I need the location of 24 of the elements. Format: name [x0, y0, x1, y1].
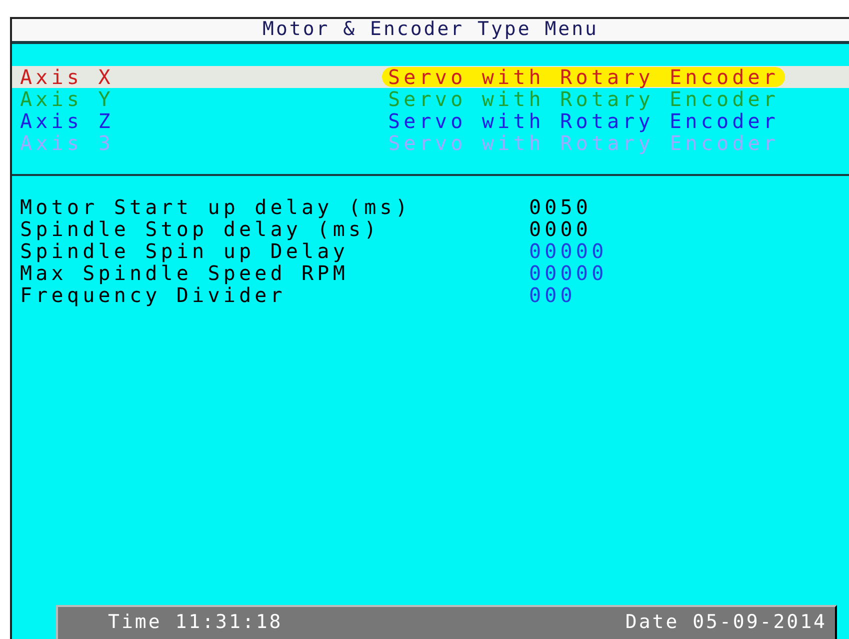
parameter-label: Spindle Spin up Delay: [20, 239, 350, 263]
axis-row[interactable]: Axis Z Servo with Rotary Encoder: [12, 110, 849, 132]
axis-row[interactable]: Axis X Servo with Rotary Encoder: [12, 66, 849, 88]
parameter-label: Spindle Stop delay (ms): [20, 217, 381, 241]
axis-name: Axis X: [20, 65, 115, 89]
axis-name: Axis Z: [20, 109, 115, 133]
axis-type: Servo with Rotary Encoder: [382, 67, 786, 87]
time-text: Time 11:31:18: [108, 610, 283, 634]
axis-type: Servo with Rotary Encoder: [387, 89, 780, 109]
parameter-value: 00000: [529, 239, 608, 263]
date-text: Date 05-09-2014: [625, 610, 827, 634]
axis-name: Axis Y: [20, 87, 115, 111]
parameter-value: 000: [529, 283, 576, 307]
parameter-label: Motor Start up delay (ms): [20, 195, 412, 219]
axis-type: Servo with Rotary Encoder: [387, 111, 780, 131]
parameter-value: 0050: [529, 195, 592, 219]
parameter-label: Frequency Divider: [20, 283, 287, 307]
parameter-value: 0000: [529, 217, 592, 241]
window-title: Motor & Encoder Type Menu: [12, 19, 849, 44]
parameter-value: 00000: [529, 261, 608, 285]
axis-row[interactable]: Axis Y Servo with Rotary Encoder: [12, 88, 849, 110]
axis-type: Servo with Rotary Encoder: [387, 133, 780, 153]
axis-name: Axis 3: [20, 131, 115, 155]
parameter-label: Max Spindle Speed RPM: [20, 261, 350, 285]
